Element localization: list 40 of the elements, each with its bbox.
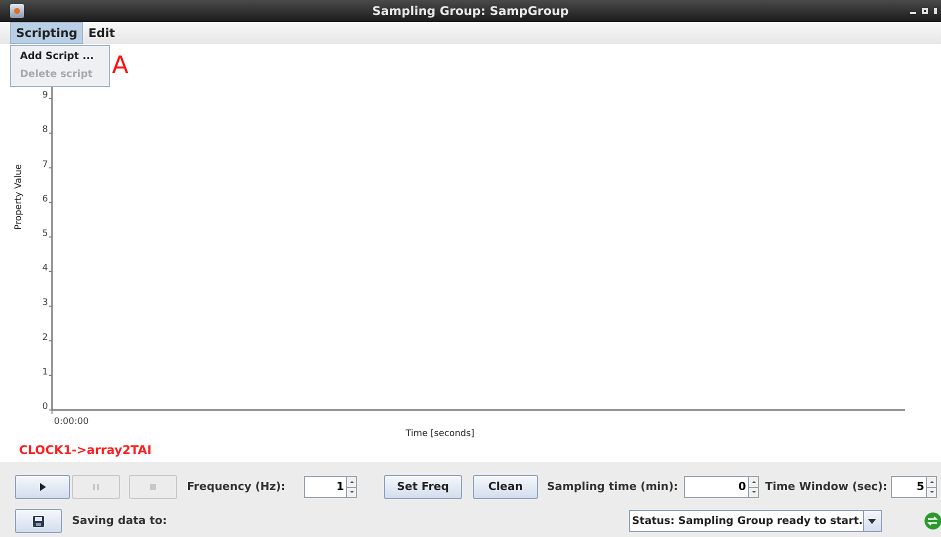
y-tick-label: 6 xyxy=(42,194,48,204)
window-title: Sampling Group: SampGroup xyxy=(372,3,569,20)
app-icon xyxy=(10,4,24,18)
pause-icon xyxy=(93,484,99,490)
frequency-label: Frequency (Hz): xyxy=(187,478,286,495)
y-tick-label: 1 xyxy=(42,367,48,378)
spinner-field[interactable]: 0 xyxy=(684,476,750,498)
menu-item[interactable]: Scripting xyxy=(10,22,84,44)
caret-icon xyxy=(868,518,876,524)
save-button[interactable] xyxy=(15,509,62,533)
y-axis-title: Property Value xyxy=(14,164,24,230)
spinner-arrows-icon[interactable] xyxy=(927,476,938,498)
maximize-icon[interactable] xyxy=(922,8,928,14)
x-axis-title: Time [seconds] xyxy=(406,429,474,439)
menu-option[interactable]: Add Script ... xyxy=(11,48,109,66)
annotation-letter: A xyxy=(112,52,128,78)
time-window-label: Time Window (sec): xyxy=(765,478,888,495)
menu-item[interactable]: Edit xyxy=(83,22,120,44)
stop-icon xyxy=(150,484,156,490)
saving-label: Saving data to: xyxy=(72,512,167,529)
play-icon xyxy=(40,483,46,491)
status-combobox[interactable]: Status: Sampling Group ready to start. xyxy=(629,510,882,532)
x-tick-label: 0:00:00 xyxy=(54,417,89,427)
sampling-time-label: Sampling time (min): xyxy=(547,478,678,495)
spinner-arrows-icon[interactable] xyxy=(749,476,760,498)
spinner-field[interactable]: 1 xyxy=(304,476,347,498)
set-freq-button[interactable]: Set Freq xyxy=(384,475,462,499)
spinner-field[interactable]: 5 xyxy=(891,476,928,498)
spinner-arrows-icon[interactable] xyxy=(347,476,357,498)
y-tick-label: 7 xyxy=(42,160,48,170)
connection-icon xyxy=(924,512,941,530)
y-tick-label: 5 xyxy=(42,229,48,239)
series-label: CLOCK1->array2TAI xyxy=(19,442,152,459)
clean-button[interactable]: Clean xyxy=(473,475,538,499)
y-tick-label: 8 xyxy=(42,125,48,136)
y-tick-label: 0 xyxy=(42,402,48,412)
y-tick-label: 9 xyxy=(42,90,48,101)
y-tick-label: 4 xyxy=(42,264,48,274)
y-tick-label: 2 xyxy=(42,332,48,343)
y-tick-label: 3 xyxy=(42,298,48,308)
